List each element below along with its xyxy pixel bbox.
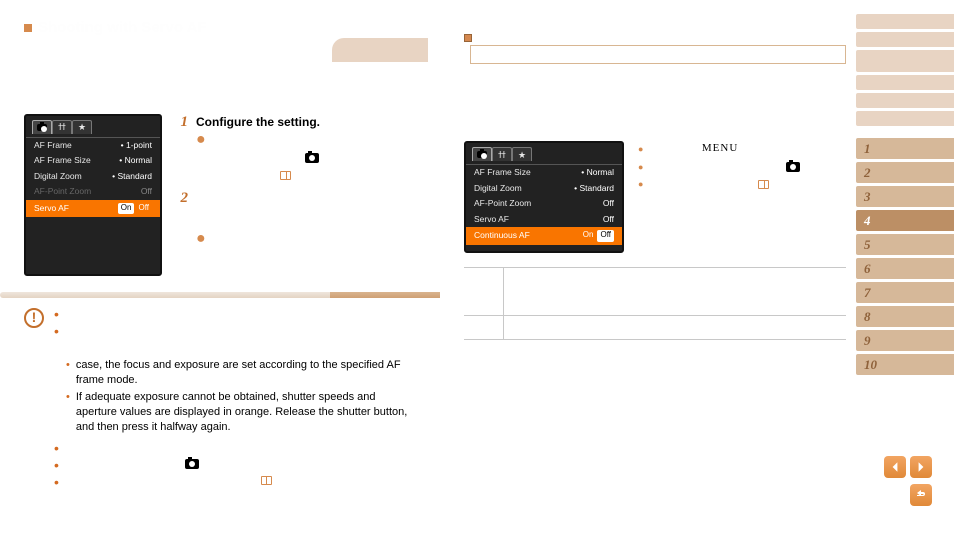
left-block: ϯϯ ★ AF Frame1-point AF Frame SizeNormal…	[24, 114, 416, 276]
chapter-tab-8[interactable]: 8	[856, 306, 954, 327]
section-bar[interactable]	[856, 111, 954, 126]
step-1-line-3: choose [On] ( 28).	[196, 169, 416, 184]
chapter-tab-1[interactable]: 1	[856, 138, 954, 159]
note-item: [AF-Point Zoom] on the [] tab is not ava…	[54, 458, 416, 473]
options-table: OnHelps avoid missing sudden photo oppor…	[464, 267, 846, 340]
table-row: OffConserves battery power, because the …	[464, 316, 846, 339]
camera-icon	[305, 153, 319, 163]
nav-buttons	[884, 456, 932, 506]
book-icon	[261, 476, 272, 485]
table-row: OnHelps avoid missing sudden photo oppor…	[464, 268, 846, 315]
right-block: ϯϯ ★ AF Frame SizeNormal Digital ZoomSta…	[464, 141, 856, 252]
square-bullet-icon	[464, 34, 472, 42]
column-left: Shooting with Servo AF Still Images This…	[0, 0, 440, 534]
left-steps: 1 Configure the setting. ● Press the MEN…	[176, 114, 416, 276]
page: Shooting with Servo AF Still Images This…	[0, 0, 954, 534]
top-section-bars	[856, 14, 954, 129]
caution-notes: ! Focusing may not be possible in some s…	[24, 308, 416, 491]
section-bar[interactable]	[856, 75, 954, 90]
menu-label: MENU	[259, 134, 295, 146]
screen-tab-tools-icon: ϯϯ	[52, 120, 72, 134]
camera-screen-servo-af: ϯϯ ★ AF Frame1-point AF Frame SizeNormal…	[24, 114, 162, 276]
chapter-tab-10[interactable]: 10	[856, 354, 954, 375]
step-number-1: 1	[176, 114, 188, 187]
book-icon	[758, 180, 769, 189]
note-item: Not available when using the self-timer …	[54, 474, 416, 489]
section-bar[interactable]	[856, 32, 954, 47]
screen-tab-camera-icon	[472, 147, 492, 161]
chapter-tab-5[interactable]: 5	[856, 234, 954, 255]
chapter-nav: 1 2 3 4 5 6 7 8 9 10	[856, 138, 954, 378]
note-sub-item: case, the focus and exposure are set acc…	[66, 358, 416, 388]
step-1-line-2: [Servo AF] on the [ ] tab, and then	[196, 151, 416, 166]
screen-tab-star-icon: ★	[512, 147, 532, 161]
column-right: Changing the Focus Setting Still Images …	[440, 0, 856, 534]
book-icon	[280, 171, 291, 180]
screen-tab-camera-icon	[32, 120, 52, 134]
note-item: In low-light conditions, Servo AF may no…	[54, 325, 416, 355]
chapter-tab-3[interactable]: 3	[856, 186, 954, 207]
note-item: Focusing may not be possible in some sho…	[54, 308, 416, 323]
screen-tab-tools-icon: ϯϯ	[492, 147, 512, 161]
square-bullet-icon	[24, 24, 32, 32]
prev-page-button[interactable]	[884, 456, 906, 478]
right-title-outline: Changing the Focus Setting	[470, 45, 846, 64]
note-sub-item: If adequate exposure cannot be obtained,…	[66, 390, 416, 435]
chapter-tab-2[interactable]: 2	[856, 162, 954, 183]
chapter-tab-4[interactable]: 4	[856, 210, 954, 231]
right-line-1: Press the MENU button, choose	[638, 141, 856, 156]
step-2-title: Shoot.	[196, 190, 416, 206]
chapter-tab-9[interactable]: 9	[856, 330, 954, 351]
return-button[interactable]	[910, 484, 932, 506]
side-panel: 12345678910 78	[856, 0, 954, 534]
chapter-tab-7[interactable]: 7	[856, 282, 954, 303]
step-2-line: ● The focus and exposure are maintained …	[196, 210, 416, 269]
left-subtitle: This mode helps avoid missing shots of s…	[24, 59, 416, 104]
section-divider	[0, 292, 440, 298]
right-line-3: ● then choose [Off] ( 28).	[638, 177, 856, 192]
chapter-tab-6[interactable]: 6	[856, 258, 954, 279]
left-section-title: Shooting with Servo AF	[24, 18, 416, 38]
step-number-2: 2	[176, 190, 188, 272]
camera-icon	[185, 459, 199, 469]
camera-icon	[786, 162, 800, 172]
page-number: 78	[907, 509, 918, 523]
screen-tab-star-icon: ★	[72, 120, 92, 134]
section-bar[interactable]	[856, 50, 954, 72]
next-page-button[interactable]	[910, 456, 932, 478]
right-line-2: ● [Continuous AF] on the [ ] tab, and	[638, 159, 856, 174]
section-tab-decor	[332, 38, 428, 62]
right-subtitle: You can change default camera operation …	[464, 79, 856, 124]
section-bar[interactable]	[856, 14, 954, 29]
menu-label: MENU	[702, 141, 738, 156]
section-bar[interactable]	[856, 93, 954, 108]
note-item: AF lock shooting is not available.	[54, 441, 416, 456]
step-1-line-1: ● Press the MENU button, choose	[196, 133, 416, 148]
step-1-title: Configure the setting.	[196, 114, 416, 130]
caution-icon: !	[24, 308, 44, 328]
right-steps: Press the MENU button, choose ● [Continu…	[638, 141, 856, 252]
camera-screen-continuous-af: ϯϯ ★ AF Frame SizeNormal Digital ZoomSta…	[464, 141, 624, 252]
